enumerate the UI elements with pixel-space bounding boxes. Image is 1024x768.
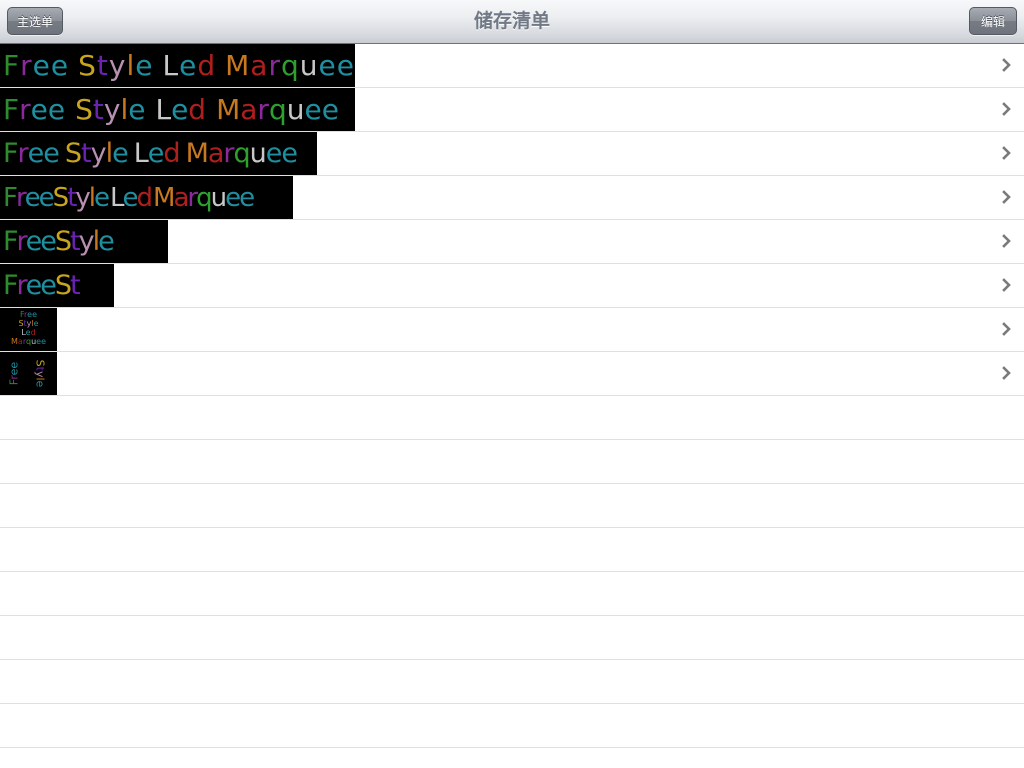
chevron-right-icon	[1002, 366, 1011, 380]
list-item	[0, 704, 1024, 748]
list-item[interactable]: FreeStyleLedMarquee	[0, 44, 1024, 88]
main-menu-button[interactable]: 主选单	[7, 7, 63, 35]
list-item	[0, 572, 1024, 616]
list-item	[0, 616, 1024, 660]
list-item[interactable]: FreeStyleLedMarquee	[0, 132, 1024, 176]
marquee-thumbnail: FreeSt	[0, 264, 114, 307]
list-item	[0, 484, 1024, 528]
list-item[interactable]: FreeStyleLedMarquee	[0, 308, 1024, 352]
list-item[interactable]: FreeStyleLedMarquee	[0, 176, 1024, 220]
marquee-thumbnail: FreeStyle	[0, 220, 168, 263]
chevron-right-icon	[1002, 278, 1011, 292]
list-item[interactable]: FreeSt	[0, 264, 1024, 308]
chevron-right-icon	[1002, 322, 1011, 336]
marquee-thumbnail: FreeStyleLedMarquee	[0, 44, 355, 87]
list-item	[0, 528, 1024, 572]
marquee-thumbnail: FreeStyleLedMarquee	[0, 88, 355, 131]
list-item	[0, 440, 1024, 484]
chevron-right-icon	[1002, 190, 1011, 204]
list-item	[0, 396, 1024, 440]
navigation-bar: 储存清单 主选单 编辑	[0, 0, 1024, 44]
chevron-right-icon	[1002, 102, 1011, 116]
list-item[interactable]: FreeStyle	[0, 352, 1024, 396]
marquee-thumbnail: FreeStyleLedMarquee	[0, 176, 293, 219]
chevron-right-icon	[1002, 58, 1011, 72]
marquee-thumbnail: FreeStyleLedMarquee	[0, 308, 57, 351]
chevron-right-icon	[1002, 146, 1011, 160]
edit-button[interactable]: 编辑	[969, 7, 1017, 35]
chevron-right-icon	[1002, 234, 1011, 248]
list-item[interactable]: FreeStyleLedMarquee	[0, 88, 1024, 132]
list-item	[0, 660, 1024, 704]
list-item[interactable]: FreeStyle	[0, 220, 1024, 264]
marquee-thumbnail: FreeStyle	[0, 352, 57, 395]
marquee-thumbnail: FreeStyleLedMarquee	[0, 132, 317, 175]
saved-list: FreeStyleLedMarqueeFreeStyleLedMarqueeFr…	[0, 44, 1024, 748]
page-title: 储存清单	[473, 10, 550, 32]
